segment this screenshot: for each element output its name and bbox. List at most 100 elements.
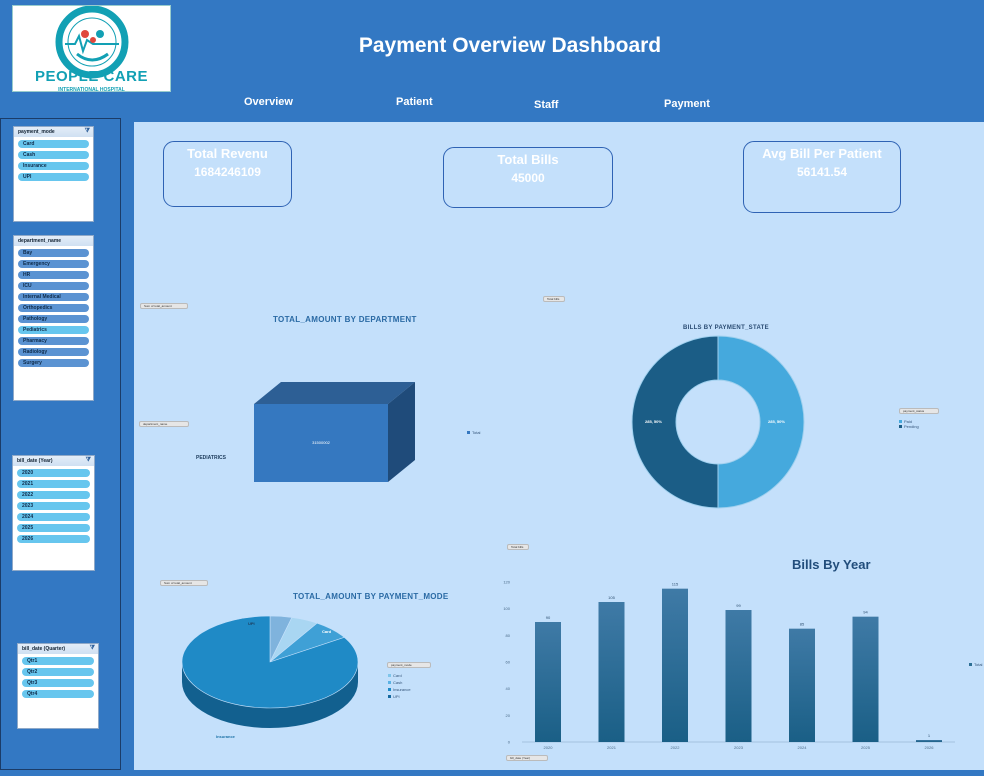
slicer-item-quarter[interactable]: Qtr3 (22, 679, 94, 687)
kpi-label: Total Bills (497, 152, 559, 167)
legend-swatch (899, 425, 902, 429)
slicer-item-quarter[interactable]: Qtr4 (22, 690, 94, 698)
bar-data-label: 99 (736, 603, 741, 608)
nav-patient[interactable]: Patient (396, 96, 433, 108)
hospital-logo: PEOPLE CARE INTERNATIONAL HOSPITAL (12, 5, 171, 93)
department-filter-button[interactable]: department_name (139, 421, 189, 427)
x-tick-label: 2023 (734, 745, 744, 750)
kpi-total-bills: Total Bills 45000 (443, 147, 613, 208)
donut-label-pending: 285, 50% (645, 419, 662, 424)
chart-title: BILLS BY PAYMENT_STATE (683, 325, 769, 331)
payment-mode-pie (181, 615, 359, 728)
logo-subtitle: INTERNATIONAL HOSPITAL (58, 87, 125, 93)
legend-label: UPI (393, 694, 400, 699)
field-button-total-bills[interactable]: Total bills (543, 296, 565, 302)
nav-overview[interactable]: Overview (244, 96, 293, 108)
donut-label-paid: 285, 50% (768, 419, 785, 424)
kpi-value: 45000 (511, 171, 545, 185)
slicer-item-year[interactable]: 2023 (17, 502, 90, 510)
y-tick-label: 60 (506, 660, 511, 665)
pie-label-card: Card (322, 629, 332, 634)
pie-label-insurance: Insurance (216, 734, 235, 739)
nav-staff[interactable]: Staff (534, 99, 558, 111)
legend-swatch (969, 663, 972, 667)
y-tick-label: 120 (503, 580, 510, 585)
bar-year-2022[interactable] (662, 588, 688, 742)
slicer-item-card[interactable]: Card (18, 140, 89, 148)
slicer-item-quarter[interactable]: Qtr2 (22, 668, 94, 676)
field-button-total-bills[interactable]: Total bills (507, 544, 529, 550)
payment-status-filter[interactable]: payment_status (899, 408, 939, 414)
slicer-item-department[interactable]: Bay (18, 249, 89, 257)
clear-filter-icon[interactable]: ⧩ (90, 645, 95, 652)
x-tick-label: 2020 (544, 745, 554, 750)
bar-data-label: 115 (672, 582, 679, 587)
slicer-item-year[interactable]: 2022 (17, 491, 90, 499)
payment-mode-filter[interactable]: payment_mode (387, 662, 431, 668)
legend-label: Card (393, 673, 402, 678)
legend-label: Cash (393, 680, 403, 685)
slicer-item-department[interactable]: Radiology (18, 348, 89, 356)
bar-year-2020[interactable] (535, 622, 561, 742)
slicer-item-year[interactable]: 2025 (17, 524, 90, 532)
y-tick-label: 0 (508, 740, 511, 745)
slicer-item-department[interactable]: Emergency (18, 260, 89, 268)
slicer-item-upi[interactable]: UPI (18, 173, 89, 181)
kpi-value: 56141.54 (796, 165, 848, 179)
bar-year-2023[interactable] (725, 610, 752, 742)
donut-slice-paid[interactable] (717, 335, 805, 509)
slicer-item-department[interactable]: HR (18, 271, 89, 279)
bar-year-2025[interactable] (852, 616, 879, 742)
pie-label-upi: UPI (248, 621, 255, 626)
field-button-sum-amount[interactable]: Sum of total_amount (140, 303, 188, 309)
slicer-item-department[interactable]: ICU (18, 282, 89, 290)
x-tick-label: 2025 (861, 745, 871, 750)
slicer-item-year[interactable]: 2024 (17, 513, 90, 521)
department-bar-chart: 31500002 (254, 382, 415, 482)
slicer-item-department[interactable]: Orthopedics (18, 304, 89, 312)
slicer-item-year[interactable]: 2021 (17, 480, 90, 488)
slicer-header: bill_date (Quarter) ⧩ (18, 644, 98, 654)
kpi-label: Total Revenu (187, 146, 268, 161)
chart-legend: Total (467, 430, 480, 435)
slicer-item-department[interactable]: Internal Medical (18, 293, 89, 301)
legend-label: Total (974, 662, 983, 667)
field-button-sum-amount[interactable]: Sum of total_amount (160, 580, 208, 586)
slicer-item-year[interactable]: 2026 (17, 535, 90, 543)
slicer-item-department[interactable]: Surgery (18, 359, 89, 367)
kpi-value: 1684246109 (194, 165, 261, 179)
legend-swatch (388, 688, 391, 692)
kpi-avg-bill: Avg Bill Per Patient 56141.54 (743, 141, 901, 213)
legend-swatch (388, 681, 391, 685)
dashboard-window: PEOPLE CARE INTERNATIONAL HOSPITAL Payme… (0, 0, 984, 776)
clear-filter-icon[interactable]: ⧩ (85, 128, 90, 135)
nav-payment[interactable]: Payment (664, 98, 710, 110)
slicer-department: department_name Bay Emergency HR ICU Int… (13, 235, 94, 401)
slicer-item-department[interactable]: Pediatrics (18, 326, 89, 334)
bar-data-label: 1 (928, 733, 931, 738)
x-tick-label: 2022 (671, 745, 681, 750)
kpi-total-revenue: Total Revenu 1684246109 (163, 141, 292, 207)
slicer-item-department[interactable]: Pathology (18, 315, 89, 323)
bar-data-label: 85 (800, 622, 805, 627)
bill-date-filter[interactable]: bill_date (Year) (506, 755, 548, 761)
slicer-header: bill_date (Year) ⧩ (13, 456, 94, 466)
slicer-payment-mode: payment_mode ⧩ Card Cash Insurance UPI (13, 126, 94, 222)
slicer-title: payment_mode (18, 129, 55, 135)
bar-data-label: 31500002 (312, 440, 331, 445)
slicer-item-insurance[interactable]: Insurance (18, 162, 89, 170)
bar-year-2024[interactable] (789, 628, 815, 742)
bar-year-2026[interactable] (916, 740, 942, 742)
chart-legend: Card Cash Insurance UPI (388, 672, 411, 700)
slicer-item-cash[interactable]: Cash (18, 151, 89, 159)
clear-filter-icon[interactable]: ⧩ (86, 457, 91, 464)
y-tick-label: 80 (506, 633, 511, 638)
bar-year-2021[interactable] (598, 602, 625, 742)
legend-label: Insurance (393, 687, 411, 692)
slicer-year: bill_date (Year) ⧩ 2020 2021 2022 2023 2… (12, 455, 95, 571)
slicer-title: bill_date (Quarter) (22, 646, 66, 652)
slicer-item-year[interactable]: 2020 (17, 469, 90, 477)
chart-legend: Total (969, 662, 982, 667)
slicer-item-quarter[interactable]: Qtr1 (22, 657, 94, 665)
slicer-item-department[interactable]: Pharmacy (18, 337, 89, 345)
